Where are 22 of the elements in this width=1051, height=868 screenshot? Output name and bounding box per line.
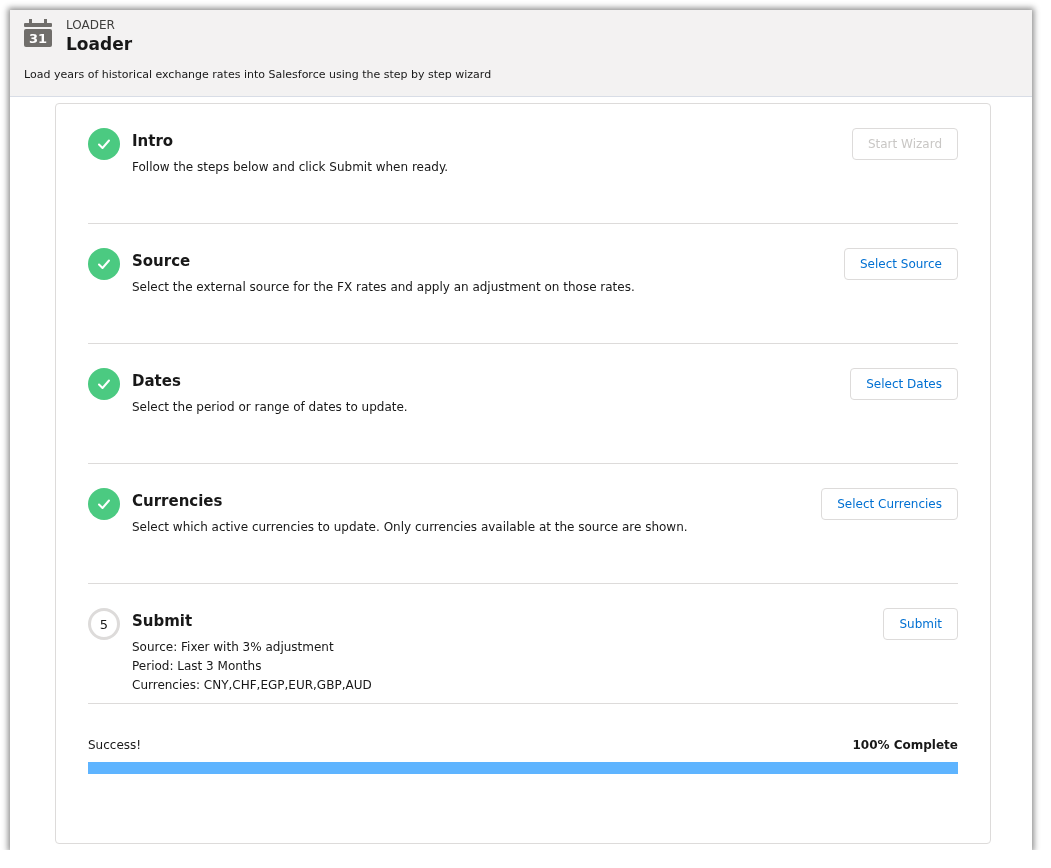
step-description: Follow the steps below and click Submit when ready. (132, 160, 450, 175)
progress-label: 100% Complete (852, 738, 958, 752)
header-eyebrow: LOADER (66, 18, 116, 32)
header-description: Load years of historical exchange rates into Salesforce using the step by step wizard (24, 68, 493, 81)
step-button[interactable]: Select Source (843, 248, 958, 280)
step-description: Select the external source for the FX rates and apply an adjustment on those rates. (132, 280, 636, 295)
step-number: 5 (88, 608, 120, 640)
step-title: Submit (132, 612, 194, 630)
progress-status: Success! (88, 738, 142, 752)
page-title: Loader (66, 34, 133, 54)
step-button[interactable]: Select Currencies (821, 488, 958, 520)
step-description: Currencies: CNY,CHF,EGP,EUR,GBP,AUD (132, 678, 373, 693)
step-button[interactable]: Select Dates (850, 368, 958, 400)
step-description: Select the period or range of dates to update. (132, 400, 409, 415)
step-button[interactable]: Submit (883, 608, 958, 640)
step-title: Currencies (132, 492, 224, 510)
step-title: Dates (132, 372, 182, 390)
step-description: Source: Fixer with 3% adjustment (132, 640, 335, 655)
step-description: Select which active currencies to update. Only currencies available at the source are shown. (132, 520, 689, 535)
step-title: Intro (132, 132, 175, 150)
step-description: Period: Last 3 Months (132, 659, 263, 674)
step-title: Source (132, 252, 192, 270)
